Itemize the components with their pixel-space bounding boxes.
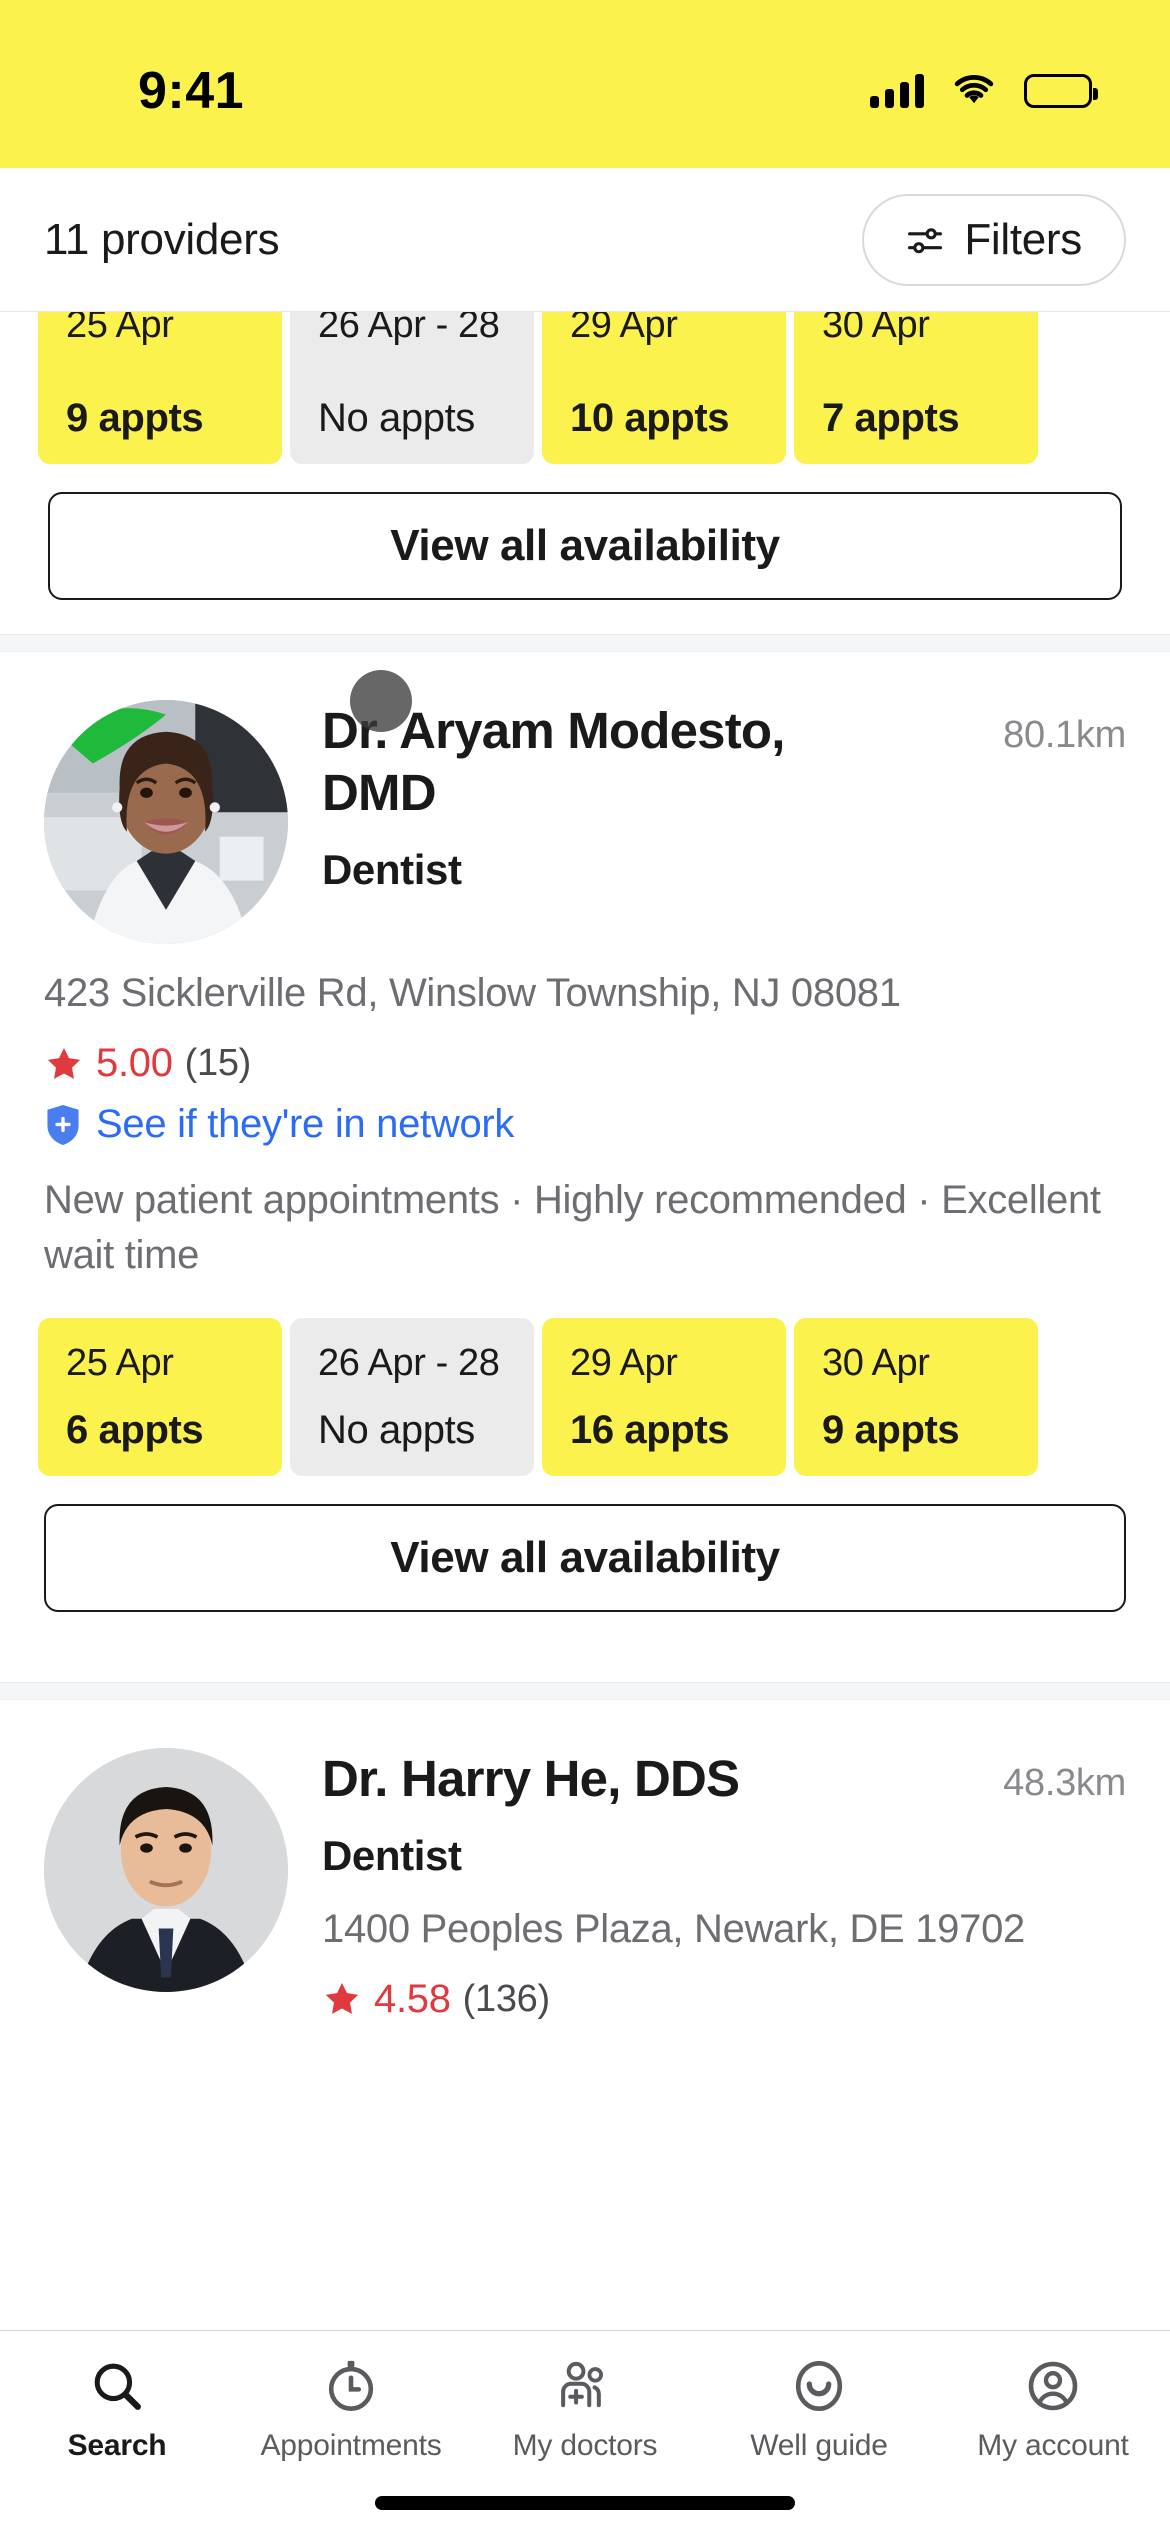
battery-full-icon — [1024, 74, 1098, 108]
star-icon — [44, 1044, 84, 1084]
account-circle-icon — [1024, 2357, 1082, 2415]
section-divider — [0, 634, 1170, 652]
tab-well-guide[interactable]: Well guide — [702, 2357, 936, 2463]
stopwatch-icon — [322, 2357, 380, 2415]
provider-specialty: Dentist — [322, 846, 462, 894]
chip-date: 29 Apr — [570, 1341, 678, 1384]
chip-date: 25 Apr — [66, 1341, 174, 1384]
availability-chip-row[interactable]: 25 Apr 6 appts 26 Apr - 28 No appts 29 A… — [38, 1317, 1132, 1476]
filters-button[interactable]: Filters — [862, 193, 1126, 286]
availability-chip[interactable]: 25 Apr 6 appts — [38, 1317, 282, 1476]
results-header: 11 providers Filters — [0, 168, 1170, 312]
chip-appts: No appts — [318, 396, 475, 440]
tab-search-label: Search — [67, 2429, 167, 2462]
tab-well-guide-label: Well guide — [750, 2429, 888, 2462]
chip-date: 30 Apr — [822, 1341, 930, 1384]
providers-count: 11 providers — [44, 214, 280, 264]
provider-name[interactable]: Dr. Harry He, DDS — [322, 1748, 740, 1810]
provider-card-body: 423 Sicklerville Rd, Winslow Township, N… — [44, 966, 1126, 1284]
tab-my-account-label: My account — [977, 2429, 1129, 2462]
tab-appointments-label: Appointments — [260, 2429, 442, 2462]
partial-provider-card: 25 Apr 9 appts 26 Apr - 28 No appts 29 A… — [0, 312, 1170, 600]
rating-score: 5.00 — [96, 1041, 173, 1086]
provider-distance: 80.1km — [1003, 714, 1126, 756]
rating-score: 4.58 — [374, 1976, 451, 2021]
provider-rating: 5.00 (15) — [44, 1041, 1126, 1086]
provider-card-header: Dr. Aryam Modesto, DMD 80.1km Dentist — [44, 700, 1126, 944]
availability-chip[interactable]: 29 Apr 10 appts — [542, 312, 786, 464]
availability-chip[interactable]: 30 Apr 7 appts — [794, 312, 1038, 464]
status-bar-icons — [870, 74, 1098, 108]
chip-appts: No appts — [318, 1407, 475, 1452]
provider-distance: 48.3km — [1003, 1761, 1126, 1804]
chip-appts: 16 appts — [570, 1407, 730, 1452]
provider-card-header: Dr. Harry He, DDS 48.3km Dentist 1400 Pe… — [44, 1747, 1126, 2022]
provider-attributes: New patient appointments · Highly recomm… — [44, 1178, 1101, 1278]
chip-appts: 10 appts — [570, 396, 730, 440]
availability-chip[interactable]: 29 Apr 16 appts — [542, 1317, 786, 1476]
availability-chip[interactable]: 26 Apr - 28 No appts — [290, 1317, 534, 1476]
network-link-label: See if they're in network — [96, 1102, 515, 1147]
chip-date: 29 Apr — [570, 312, 678, 346]
provider-name[interactable]: Dr. Aryam Modesto, DMD — [322, 700, 862, 824]
provider-card[interactable]: Dr. Aryam Modesto, DMD 80.1km Dentist 42… — [0, 652, 1170, 1648]
sliders-icon — [906, 223, 944, 257]
provider-avatar-harry-he[interactable] — [44, 1747, 288, 1992]
chip-appts: 9 appts — [66, 396, 204, 440]
provider-card[interactable]: Dr. Harry He, DDS 48.3km Dentist 1400 Pe… — [0, 1700, 1170, 2022]
provider-address: 423 Sicklerville Rd, Winslow Township, N… — [44, 971, 901, 1015]
availability-chip[interactable]: 30 Apr 9 appts — [794, 1317, 1038, 1476]
tab-my-account[interactable]: My account — [936, 2357, 1170, 2463]
view-all-availability-button[interactable]: View all availability — [48, 492, 1122, 600]
home-indicator — [375, 2496, 795, 2510]
tab-search[interactable]: Search — [0, 2357, 234, 2463]
smiley-icon — [790, 2357, 848, 2415]
rating-count: (136) — [462, 1977, 551, 2020]
provider-rating: 4.58 (136) — [322, 1977, 1126, 2022]
availability-chip[interactable]: 26 Apr - 28 No appts — [290, 312, 534, 464]
provider-address: 1400 Peoples Plaza, Newark, DE 19702 — [322, 1906, 1025, 1951]
tab-my-doctors[interactable]: My doctors — [468, 2357, 702, 2463]
availability-chip[interactable]: 25 Apr 9 appts — [38, 312, 282, 464]
bottom-tab-bar: Search Appointments My doctors Well guid… — [0, 2330, 1170, 2532]
chip-date: 30 Apr — [822, 312, 930, 346]
tab-appointments[interactable]: Appointments — [234, 2357, 468, 2463]
wifi-icon — [952, 74, 996, 108]
insurance-network-link[interactable]: See if they're in network — [44, 1102, 1126, 1147]
view-all-availability-button[interactable]: View all availability — [44, 1503, 1126, 1612]
chip-date: 26 Apr - 28 — [318, 312, 500, 346]
filters-button-label: Filters — [964, 214, 1082, 264]
chip-date: 25 Apr — [66, 312, 174, 346]
provider-avatar-aryam-modesto[interactable] — [44, 700, 288, 944]
chip-date: 26 Apr - 28 — [318, 1341, 500, 1384]
chip-appts: 6 appts — [66, 1407, 204, 1452]
availability-chip-row[interactable]: 25 Apr 9 appts 26 Apr - 28 No appts 29 A… — [0, 312, 1170, 464]
rating-count: (15) — [184, 1042, 252, 1085]
tab-my-doctors-label: My doctors — [512, 2429, 658, 2462]
search-icon — [88, 2357, 146, 2415]
status-bar: 9:41 — [0, 0, 1170, 168]
provider-results-list: 25 Apr 9 appts 26 Apr - 28 No appts 29 A… — [0, 312, 1170, 2022]
chip-appts: 7 appts — [822, 396, 960, 440]
section-divider — [0, 1681, 1170, 1700]
status-bar-time: 9:41 — [138, 62, 245, 120]
provider-specialty: Dentist — [322, 1831, 462, 1879]
chip-appts: 9 appts — [822, 1407, 960, 1452]
people-plus-icon — [556, 2357, 614, 2415]
shield-plus-icon — [44, 1103, 82, 1147]
star-icon — [322, 1979, 362, 2019]
signal-bars-icon — [870, 74, 924, 108]
